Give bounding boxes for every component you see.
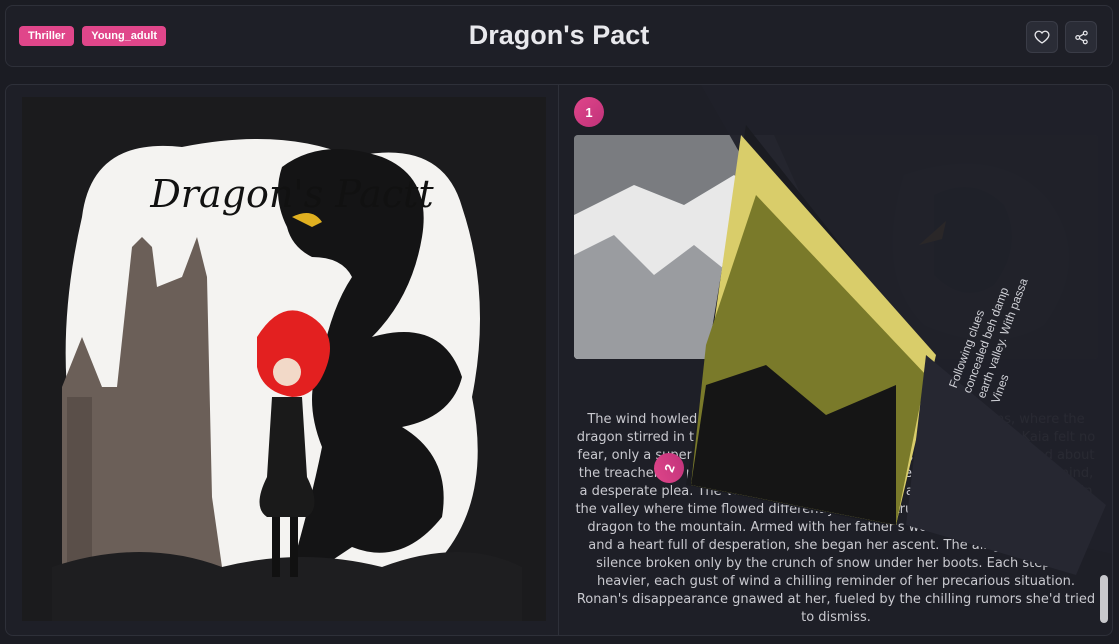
cover-art: Dragon's Pactt [22, 97, 546, 621]
cover-art-title: Dragon's Pactt [149, 172, 434, 216]
cover-illustration: Dragon's Pactt [22, 97, 546, 621]
share-icon [1074, 30, 1088, 44]
book-viewer: Dragon's Pactt 1 The wind howled through… [5, 84, 1113, 636]
book-title: Dragon's Pact [468, 20, 650, 50]
page-turn-overlay[interactable]: 2 Following clues concealed beh damp ear… [646, 85, 1112, 635]
page-number-badge: 1 [574, 97, 604, 127]
share-button[interactable] [1065, 21, 1097, 53]
like-button[interactable] [1026, 21, 1058, 53]
heart-icon [1034, 30, 1050, 44]
header-bar: Thriller Young_adult Dragon's Pact [5, 5, 1113, 67]
cover-page: Dragon's Pactt [6, 85, 559, 635]
